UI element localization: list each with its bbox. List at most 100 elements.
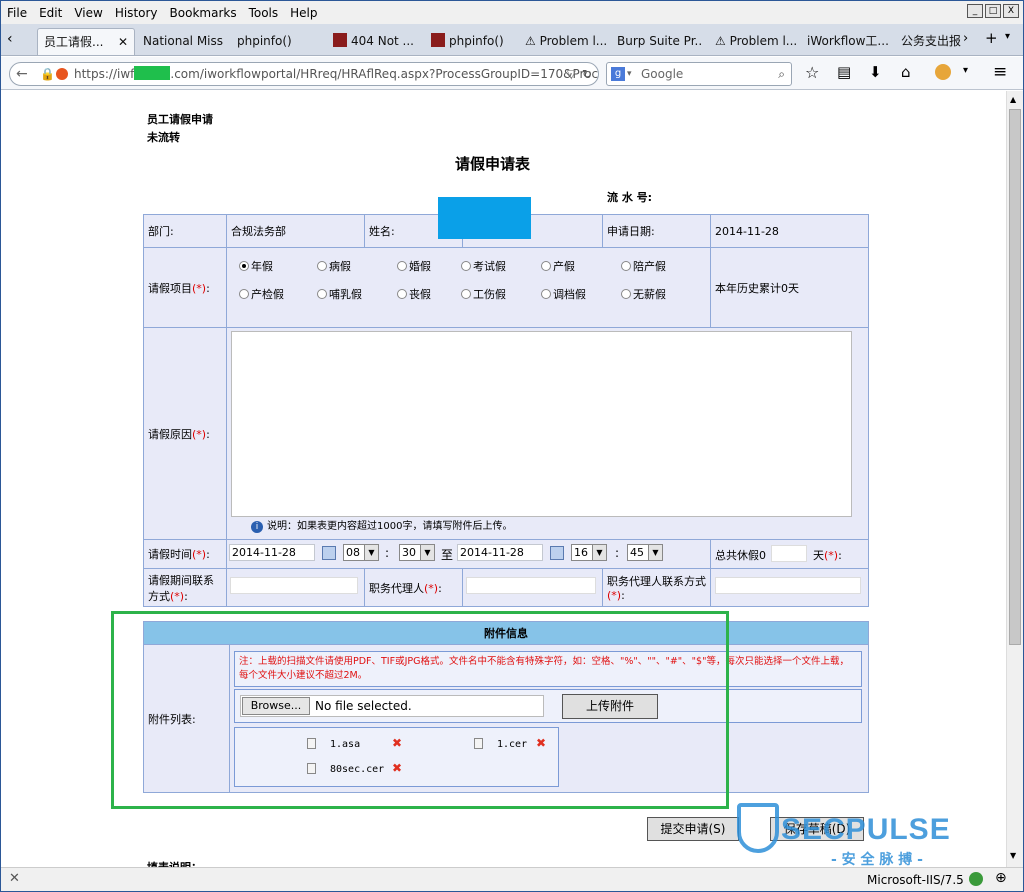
- leave-type-label: 请假项目(*):: [143, 247, 227, 328]
- dropdown-icon[interactable]: ▽: [567, 63, 576, 85]
- radio-bereavement[interactable]: 丧假: [397, 286, 431, 302]
- tab-leave-request[interactable]: 员工请假... ✕: [37, 28, 135, 55]
- scroll-up-icon[interactable]: ▲: [1010, 95, 1016, 104]
- scrollbar-thumb[interactable]: [1009, 109, 1021, 645]
- redaction-block: [438, 197, 531, 239]
- addon-icon[interactable]: [935, 64, 951, 80]
- chevron-right-icon[interactable]: ›: [963, 31, 968, 46]
- menu-history[interactable]: History: [109, 6, 164, 20]
- menu-bookmarks[interactable]: Bookmarks: [164, 6, 243, 20]
- contact-input[interactable]: [230, 577, 358, 594]
- day-unit: 天(*):: [813, 549, 842, 562]
- tab-burp[interactable]: Burp Suite Pr...: [611, 28, 703, 55]
- server-info: Microsoft-IIS/7.5: [867, 873, 964, 887]
- close-icon[interactable]: ✕: [9, 871, 20, 886]
- radio-annual[interactable]: 年假: [239, 258, 273, 274]
- end-date-input[interactable]: 2014-11-28: [457, 544, 543, 561]
- time-label: 请假时间(*):: [143, 539, 227, 569]
- home-icon[interactable]: ⌂: [901, 63, 911, 81]
- reason-label: 请假原因(*):: [143, 327, 227, 540]
- menu-file[interactable]: File: [1, 6, 33, 20]
- agent-label: 职务代理人(*):: [364, 568, 463, 607]
- tab-problem[interactable]: ⚠ Problem l...: [519, 28, 607, 55]
- new-tab-icon[interactable]: +: [985, 29, 998, 47]
- serial-number-label: 流 水 号:: [607, 191, 653, 204]
- bookmark-star-icon[interactable]: ☆: [805, 63, 819, 82]
- radio-sick[interactable]: 病假: [317, 258, 351, 274]
- browser-window: File Edit View History Bookmarks Tools H…: [0, 0, 1024, 892]
- menu-tools[interactable]: Tools: [243, 6, 285, 20]
- submit-button[interactable]: 提交申请(S): [647, 817, 739, 841]
- minimize-button[interactable]: _: [967, 4, 983, 18]
- close-window-button[interactable]: X: [1003, 4, 1019, 18]
- end-hour-select[interactable]: 16 ▼: [571, 544, 607, 561]
- warning-icon: ⚠: [715, 34, 730, 48]
- start-date-input[interactable]: 2014-11-28: [229, 544, 315, 561]
- tab-expense[interactable]: 公务支出报: [895, 28, 961, 55]
- dept-value: 合规法务部: [226, 214, 365, 248]
- tab-problem-2[interactable]: ⚠ Problem l...: [709, 28, 797, 55]
- n-icon: [431, 33, 445, 47]
- tab-phpinfo[interactable]: phpinfo(): [231, 28, 319, 55]
- history-total: 本年历史累计0天: [710, 247, 869, 328]
- warning-icon: [56, 68, 68, 80]
- url-bar[interactable]: ← 🔒 https://iwf .com/iworkflowportal/HRre…: [9, 62, 599, 86]
- watermark-subtext: - 安 全 脉 搏 -: [831, 852, 923, 867]
- radio-unpaid[interactable]: 无薪假: [621, 286, 666, 302]
- agent-input[interactable]: [466, 577, 596, 594]
- radio-transfer[interactable]: 调档假: [541, 286, 586, 302]
- menu-view[interactable]: View: [68, 6, 108, 20]
- tab-phpinfo-2[interactable]: phpinfo(): [425, 28, 513, 55]
- back-icon[interactable]: ←: [16, 63, 28, 85]
- highlight-box: [111, 611, 729, 809]
- tab-iworkflow[interactable]: iWorkflow工...: [801, 28, 891, 55]
- page-content: 员工请假申请 未流转 请假申请表 流 水 号: 部门: 合规法务部 姓名: 申请…: [1, 91, 1007, 867]
- search-box[interactable]: g ▾ Google ⌕: [606, 62, 792, 86]
- chevron-down-icon[interactable]: ▾: [1005, 31, 1010, 42]
- download-icon[interactable]: ⬇: [869, 63, 882, 81]
- radio-exam[interactable]: 考试假: [461, 258, 506, 274]
- page-title: 请假申请表: [455, 155, 531, 173]
- radio-nursing[interactable]: 哺乳假: [317, 286, 362, 302]
- apply-date-value: 2014-11-28: [710, 214, 869, 248]
- flow-state: 未流转: [147, 131, 180, 144]
- n-icon: [333, 33, 347, 47]
- radio-paternity[interactable]: 陪产假: [621, 258, 666, 274]
- agent-contact-label: 职务代理人联系方式(*):: [602, 568, 711, 607]
- warning-icon: ⚠: [525, 34, 540, 48]
- apply-date-label: 申请日期:: [602, 214, 711, 248]
- dept-label: 部门:: [143, 214, 227, 248]
- calendar-icon[interactable]: [550, 546, 564, 560]
- agent-contact-input[interactable]: [715, 577, 861, 594]
- radio-maternity[interactable]: 产假: [541, 258, 575, 274]
- scroll-tabs-left-icon[interactable]: ‹: [7, 31, 13, 47]
- radio-injury[interactable]: 工伤假: [461, 286, 506, 302]
- start-min-select[interactable]: 30 ▼: [399, 544, 435, 561]
- scroll-down-icon[interactable]: ▼: [1010, 851, 1016, 860]
- globe-icon[interactable]: ⊕: [995, 870, 1007, 886]
- menu-bar: File Edit View History Bookmarks Tools H…: [1, 1, 1023, 24]
- tab-404[interactable]: 404 Not ...: [327, 28, 417, 55]
- menu-icon[interactable]: ≡: [993, 62, 1007, 82]
- chevron-down-icon[interactable]: ▾: [627, 63, 632, 85]
- calendar-icon[interactable]: [322, 546, 336, 560]
- close-tab-icon[interactable]: ✕: [118, 29, 128, 55]
- reading-list-icon[interactable]: ▤: [837, 63, 851, 81]
- search-icon[interactable]: ⌕: [778, 63, 785, 85]
- page-heading: 员工请假申请: [147, 113, 213, 126]
- total-days-input[interactable]: [771, 545, 807, 562]
- menu-help[interactable]: Help: [284, 6, 323, 20]
- end-min-select[interactable]: 45 ▼: [627, 544, 663, 561]
- reload-icon[interactable]: ↻: [582, 63, 592, 85]
- radio-prenatal[interactable]: 产检假: [239, 286, 284, 302]
- vertical-scrollbar[interactable]: ▲ ▼: [1006, 91, 1023, 867]
- lock-icon: 🔒: [40, 67, 55, 81]
- chevron-down-icon[interactable]: ▾: [963, 65, 968, 76]
- menu-edit[interactable]: Edit: [33, 6, 68, 20]
- radio-marriage[interactable]: 婚假: [397, 258, 431, 274]
- info-icon: i: [251, 521, 263, 533]
- reason-textarea[interactable]: [231, 331, 852, 517]
- start-hour-select[interactable]: 08 ▼: [343, 544, 379, 561]
- maximize-button[interactable]: □: [985, 4, 1001, 18]
- tab-national-missi[interactable]: National Missi...: [137, 28, 223, 55]
